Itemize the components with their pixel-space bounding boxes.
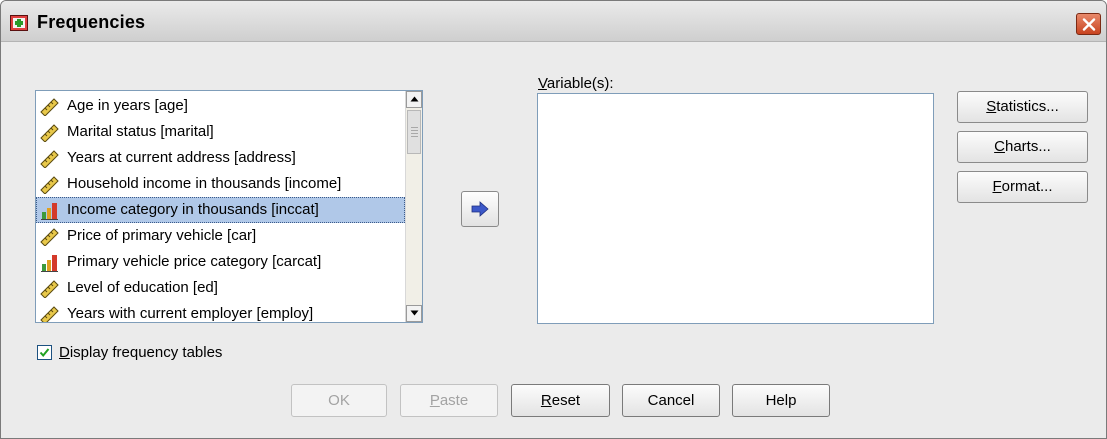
variable-item[interactable]: Level of education [ed] xyxy=(36,275,405,301)
scroll-grip-icon xyxy=(411,127,418,137)
reset-button[interactable]: Reset xyxy=(511,384,610,417)
format-button[interactable]: Format... xyxy=(957,171,1088,203)
scroll-down-arrow-icon xyxy=(410,310,419,316)
checkbox-mnemonic: D xyxy=(59,344,70,361)
scale-measure-icon xyxy=(39,304,61,322)
scroll-thumb[interactable] xyxy=(407,110,421,154)
charts-button[interactable]: Charts... xyxy=(957,131,1088,163)
frequencies-dialog: Frequencies Age in years [age] Marital st… xyxy=(0,0,1107,439)
reset-mnemonic: R xyxy=(540,392,552,409)
format-mnemonic: F xyxy=(992,178,1002,195)
source-variable-list[interactable]: Age in years [age] Marital status [marita… xyxy=(35,90,423,323)
statistics-label: tatistics... xyxy=(996,98,1059,115)
frequencies-app-icon xyxy=(10,15,28,31)
checkbox-box[interactable] xyxy=(37,345,52,360)
scroll-up-button[interactable] xyxy=(406,91,422,108)
variable-label: Years at current address [address] xyxy=(67,149,296,166)
variable-label: Primary vehicle price category [carcat] xyxy=(67,253,322,270)
checkbox-label: Display frequency tables xyxy=(59,344,222,361)
variable-item[interactable]: Age in years [age] xyxy=(36,93,405,119)
variable-label: Household income in thousands [income] xyxy=(67,175,342,192)
variable-label: Level of education [ed] xyxy=(67,279,218,296)
title-bar[interactable]: Frequencies xyxy=(1,1,1106,42)
ordinal-measure-icon xyxy=(39,252,61,272)
variable-item[interactable]: Income category in thousands [inccat] xyxy=(36,197,405,223)
charts-label: harts... xyxy=(1004,138,1051,155)
scale-measure-icon xyxy=(39,96,61,117)
close-icon xyxy=(1082,18,1096,31)
reset-label: eset xyxy=(551,392,581,409)
variable-label: Marital status [marital] xyxy=(67,123,214,140)
scale-measure-icon xyxy=(39,174,61,195)
statistics-button[interactable]: Statistics... xyxy=(957,91,1088,123)
format-label: ormat... xyxy=(1001,178,1053,195)
help-button[interactable]: Help xyxy=(732,384,830,417)
help-label: Help xyxy=(765,392,797,409)
checkbox-label-text: isplay frequency tables xyxy=(69,344,223,361)
cancel-button[interactable]: Cancel xyxy=(622,384,720,417)
close-button[interactable] xyxy=(1076,13,1101,35)
variables-label-mnemonic: V xyxy=(538,75,547,92)
ok-label: OK xyxy=(328,392,350,409)
variable-item[interactable]: Marital status [marital] xyxy=(36,119,405,145)
target-variable-list[interactable] xyxy=(537,93,934,324)
variable-item[interactable]: Years with current employer [employ] xyxy=(36,301,405,322)
variable-item[interactable]: Price of primary vehicle [car] xyxy=(36,223,405,249)
statistics-mnemonic: S xyxy=(986,98,997,115)
variable-item[interactable]: Primary vehicle price category [carcat] xyxy=(36,249,405,275)
checkmark-icon xyxy=(39,348,50,358)
scale-measure-icon xyxy=(39,226,61,247)
paste-label: aste xyxy=(439,392,469,409)
scroll-up-arrow-icon xyxy=(410,96,419,102)
ok-button[interactable]: OK xyxy=(291,384,387,417)
paste-button[interactable]: Paste xyxy=(400,384,498,417)
variable-label: Price of primary vehicle [car] xyxy=(67,227,257,244)
move-to-variables-button[interactable] xyxy=(461,191,499,227)
dialog-body: Age in years [age] Marital status [marita… xyxy=(1,42,1106,438)
variables-label: Variable(s): xyxy=(538,75,614,92)
variable-label: Income category in thousands [inccat] xyxy=(67,201,319,218)
variable-label: Years with current employer [employ] xyxy=(67,305,314,322)
variable-item[interactable]: Years at current address [address] xyxy=(36,145,405,171)
source-variable-items: Age in years [age] Marital status [marita… xyxy=(36,93,405,322)
cancel-label: Cancel xyxy=(647,392,695,409)
charts-mnemonic: C xyxy=(994,138,1005,155)
dialog-title: Frequencies xyxy=(37,12,146,32)
scroll-down-button[interactable] xyxy=(406,305,422,322)
scale-measure-icon xyxy=(39,278,61,299)
source-list-scrollbar[interactable] xyxy=(405,91,422,322)
scale-measure-icon xyxy=(39,122,61,143)
ordinal-measure-icon xyxy=(39,200,61,220)
variable-label: Age in years [age] xyxy=(67,97,188,114)
scale-measure-icon xyxy=(39,148,61,169)
variables-label-text: ariable(s): xyxy=(546,75,614,92)
right-arrow-icon xyxy=(471,201,489,217)
paste-mnemonic: P xyxy=(429,392,440,409)
variable-item[interactable]: Household income in thousands [income] xyxy=(36,171,405,197)
